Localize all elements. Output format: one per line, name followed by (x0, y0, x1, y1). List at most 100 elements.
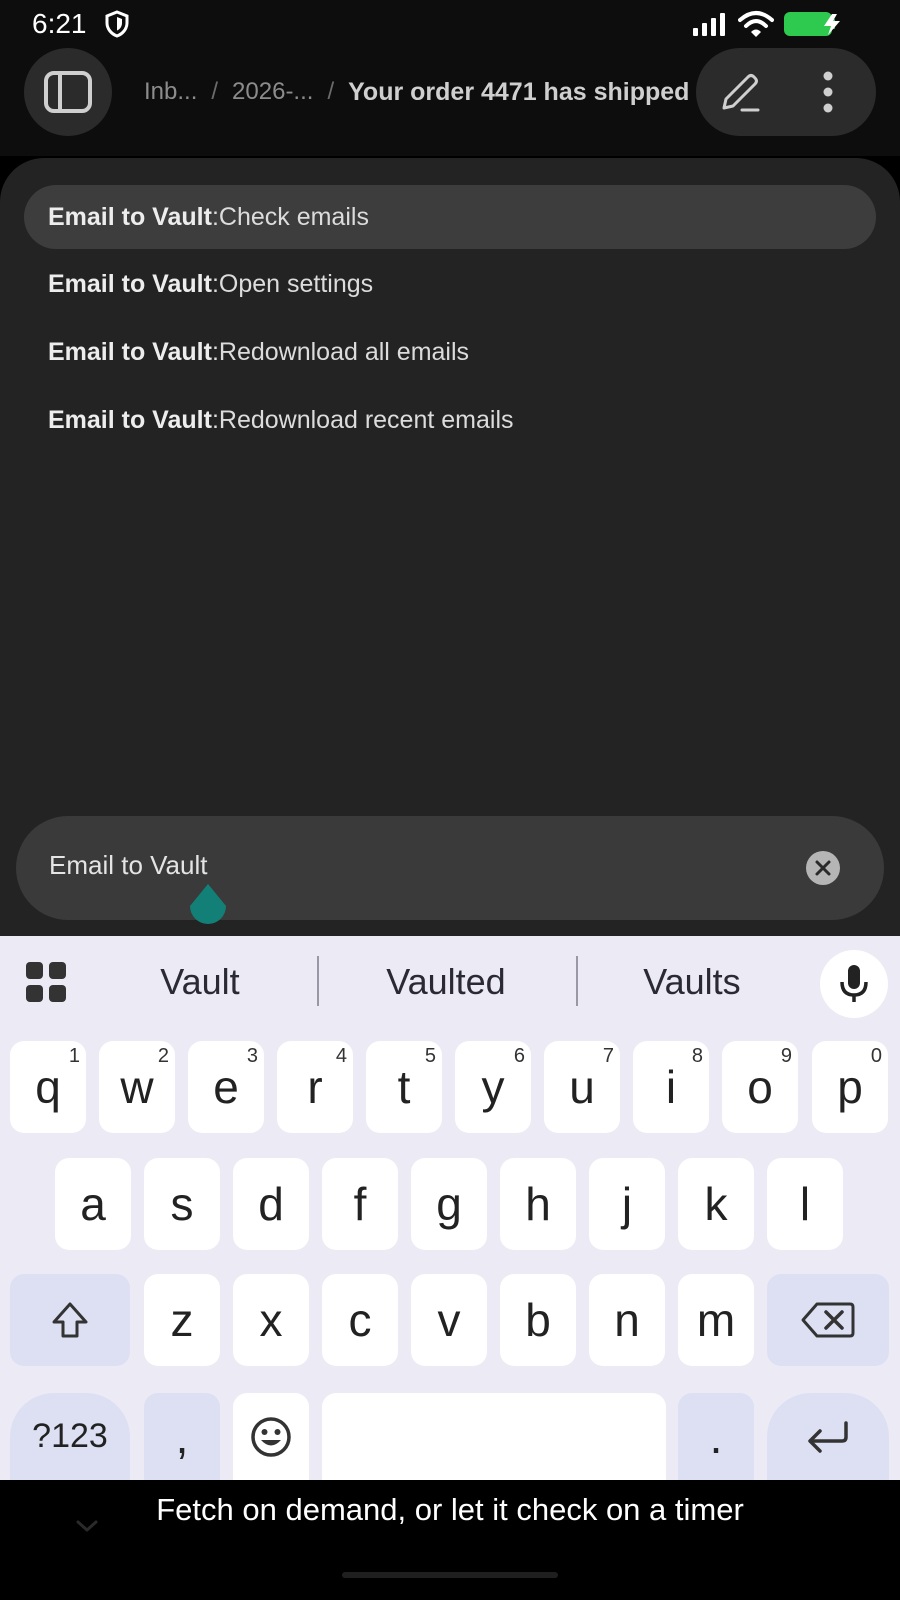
key-hint: 8 (691, 1045, 703, 1067)
key-label: h (525, 1178, 551, 1230)
comma-key[interactable]: , (144, 1393, 220, 1480)
key-q[interactable]: q1 (10, 1041, 86, 1133)
search-input-value[interactable]: Email to Vault (49, 850, 207, 881)
key-label: d (258, 1178, 284, 1230)
backspace-key[interactable] (767, 1274, 889, 1366)
command-separator: : (211, 405, 219, 434)
key-h[interactable]: h (500, 1158, 576, 1250)
wifi-icon (738, 11, 774, 37)
command-separator: : (211, 202, 219, 231)
key-u[interactable]: u7 (544, 1041, 620, 1133)
key-label: m (696, 1294, 736, 1346)
caption-text: Fetch on demand, or let it check on a ti… (156, 1492, 744, 1527)
key-b[interactable]: b (500, 1274, 576, 1366)
key-label: g (436, 1178, 462, 1230)
key-hint: 1 (68, 1045, 80, 1067)
key-c[interactable]: c (322, 1274, 398, 1366)
key-hint: 9 (780, 1045, 792, 1067)
key-label: f (353, 1178, 367, 1230)
command-item-redownload-recent[interactable]: Email to Vault: Redownload recent emails (24, 388, 876, 452)
caption-bar: Fetch on demand, or let it check on a ti… (0, 1480, 900, 1600)
emoji-icon (251, 1416, 291, 1457)
sidebar-toggle-button[interactable] (24, 48, 112, 136)
page-title: Your order 4471 has shipped (348, 77, 690, 106)
breadcrumb-separator: / (327, 78, 335, 105)
status-time: 6:21 (32, 8, 87, 39)
key-m[interactable]: m (678, 1274, 754, 1366)
signal-icon (693, 13, 725, 36)
key-label: n (614, 1294, 640, 1346)
breadcrumb-inbox[interactable]: Inb... (144, 78, 197, 106)
key-t[interactable]: t5 (366, 1041, 442, 1133)
key-v[interactable]: v (411, 1274, 487, 1366)
key-label: ?123 (32, 1417, 108, 1455)
key-d[interactable]: d (233, 1158, 309, 1250)
key-label: p (837, 1061, 863, 1113)
key-y[interactable]: y6 (455, 1041, 531, 1133)
key-hint: 3 (246, 1045, 258, 1067)
key-label: , (175, 1410, 189, 1463)
command-action: Redownload all emails (218, 337, 470, 366)
key-label: t (397, 1061, 411, 1113)
voice-input-button[interactable] (820, 950, 888, 1018)
key-label: c (348, 1294, 372, 1346)
sidebar-toggle-icon (44, 71, 92, 113)
edit-icon[interactable] (716, 68, 764, 116)
breadcrumb: Inb... / 2026-... / Your order 4471 has … (144, 72, 689, 112)
status-bar: 6:21 (0, 0, 900, 46)
command-action: Redownload recent emails (218, 405, 514, 434)
app-bar: Inb... / 2026-... / Your order 4471 has … (0, 46, 900, 156)
key-s[interactable]: s (144, 1158, 220, 1250)
text-cursor-handle[interactable] (188, 884, 228, 932)
key-e[interactable]: e3 (188, 1041, 264, 1133)
suggestion-1[interactable]: Vault (120, 954, 280, 1010)
key-label: a (80, 1178, 106, 1230)
key-f[interactable]: f (322, 1158, 398, 1250)
key-x[interactable]: x (233, 1274, 309, 1366)
symbols-key[interactable]: ?123 (10, 1393, 130, 1480)
home-indicator[interactable] (342, 1572, 558, 1578)
key-hint: 2 (157, 1045, 169, 1067)
key-w[interactable]: w2 (99, 1041, 175, 1133)
key-o[interactable]: o9 (722, 1041, 798, 1133)
apps-grid-icon[interactable] (26, 962, 66, 1002)
command-item-check-emails[interactable]: Email to Vault: Check emails (24, 185, 876, 249)
key-label: r (307, 1061, 323, 1113)
key-j[interactable]: j (589, 1158, 665, 1250)
key-label: q (35, 1061, 61, 1113)
key-k[interactable]: k (678, 1158, 754, 1250)
key-p[interactable]: p0 (812, 1041, 888, 1133)
shift-key[interactable] (10, 1274, 130, 1366)
key-label: o (747, 1061, 773, 1113)
key-z[interactable]: z (144, 1274, 220, 1366)
key-l[interactable]: l (767, 1158, 843, 1250)
command-item-redownload-all[interactable]: Email to Vault: Redownload all emails (24, 320, 876, 384)
key-g[interactable]: g (411, 1158, 487, 1250)
key-hint: 7 (602, 1045, 614, 1067)
shield-icon (105, 10, 129, 38)
key-n[interactable]: n (589, 1274, 665, 1366)
breadcrumb-folder[interactable]: 2026-... (232, 78, 313, 106)
note-actions (696, 48, 876, 136)
period-key[interactable]: . (678, 1393, 754, 1480)
key-a[interactable]: a (55, 1158, 131, 1250)
shift-icon (52, 1302, 88, 1338)
key-r[interactable]: r4 (277, 1041, 353, 1133)
space-key[interactable] (322, 1393, 666, 1480)
key-label: z (170, 1294, 194, 1346)
clear-search-button[interactable] (806, 851, 840, 885)
more-vert-icon[interactable] (812, 68, 844, 116)
key-label: i (665, 1061, 677, 1113)
emoji-key[interactable] (233, 1393, 309, 1480)
command-action: Open settings (218, 269, 374, 298)
microphone-icon (840, 965, 868, 1002)
on-screen-keyboard: Vault Vaulted Vaults q1 w2 e3 r4 t5 y6 u… (0, 936, 900, 1480)
key-i[interactable]: i8 (633, 1041, 709, 1133)
command-search-input[interactable]: Email to Vault (16, 816, 884, 920)
command-item-open-settings[interactable]: Email to Vault: Open settings (24, 252, 876, 316)
enter-key[interactable] (767, 1393, 889, 1480)
suggestion-3[interactable]: Vaults (612, 954, 772, 1010)
key-label: k (704, 1178, 728, 1230)
suggestion-2[interactable]: Vaulted (356, 954, 536, 1010)
key-label: w (120, 1061, 154, 1113)
